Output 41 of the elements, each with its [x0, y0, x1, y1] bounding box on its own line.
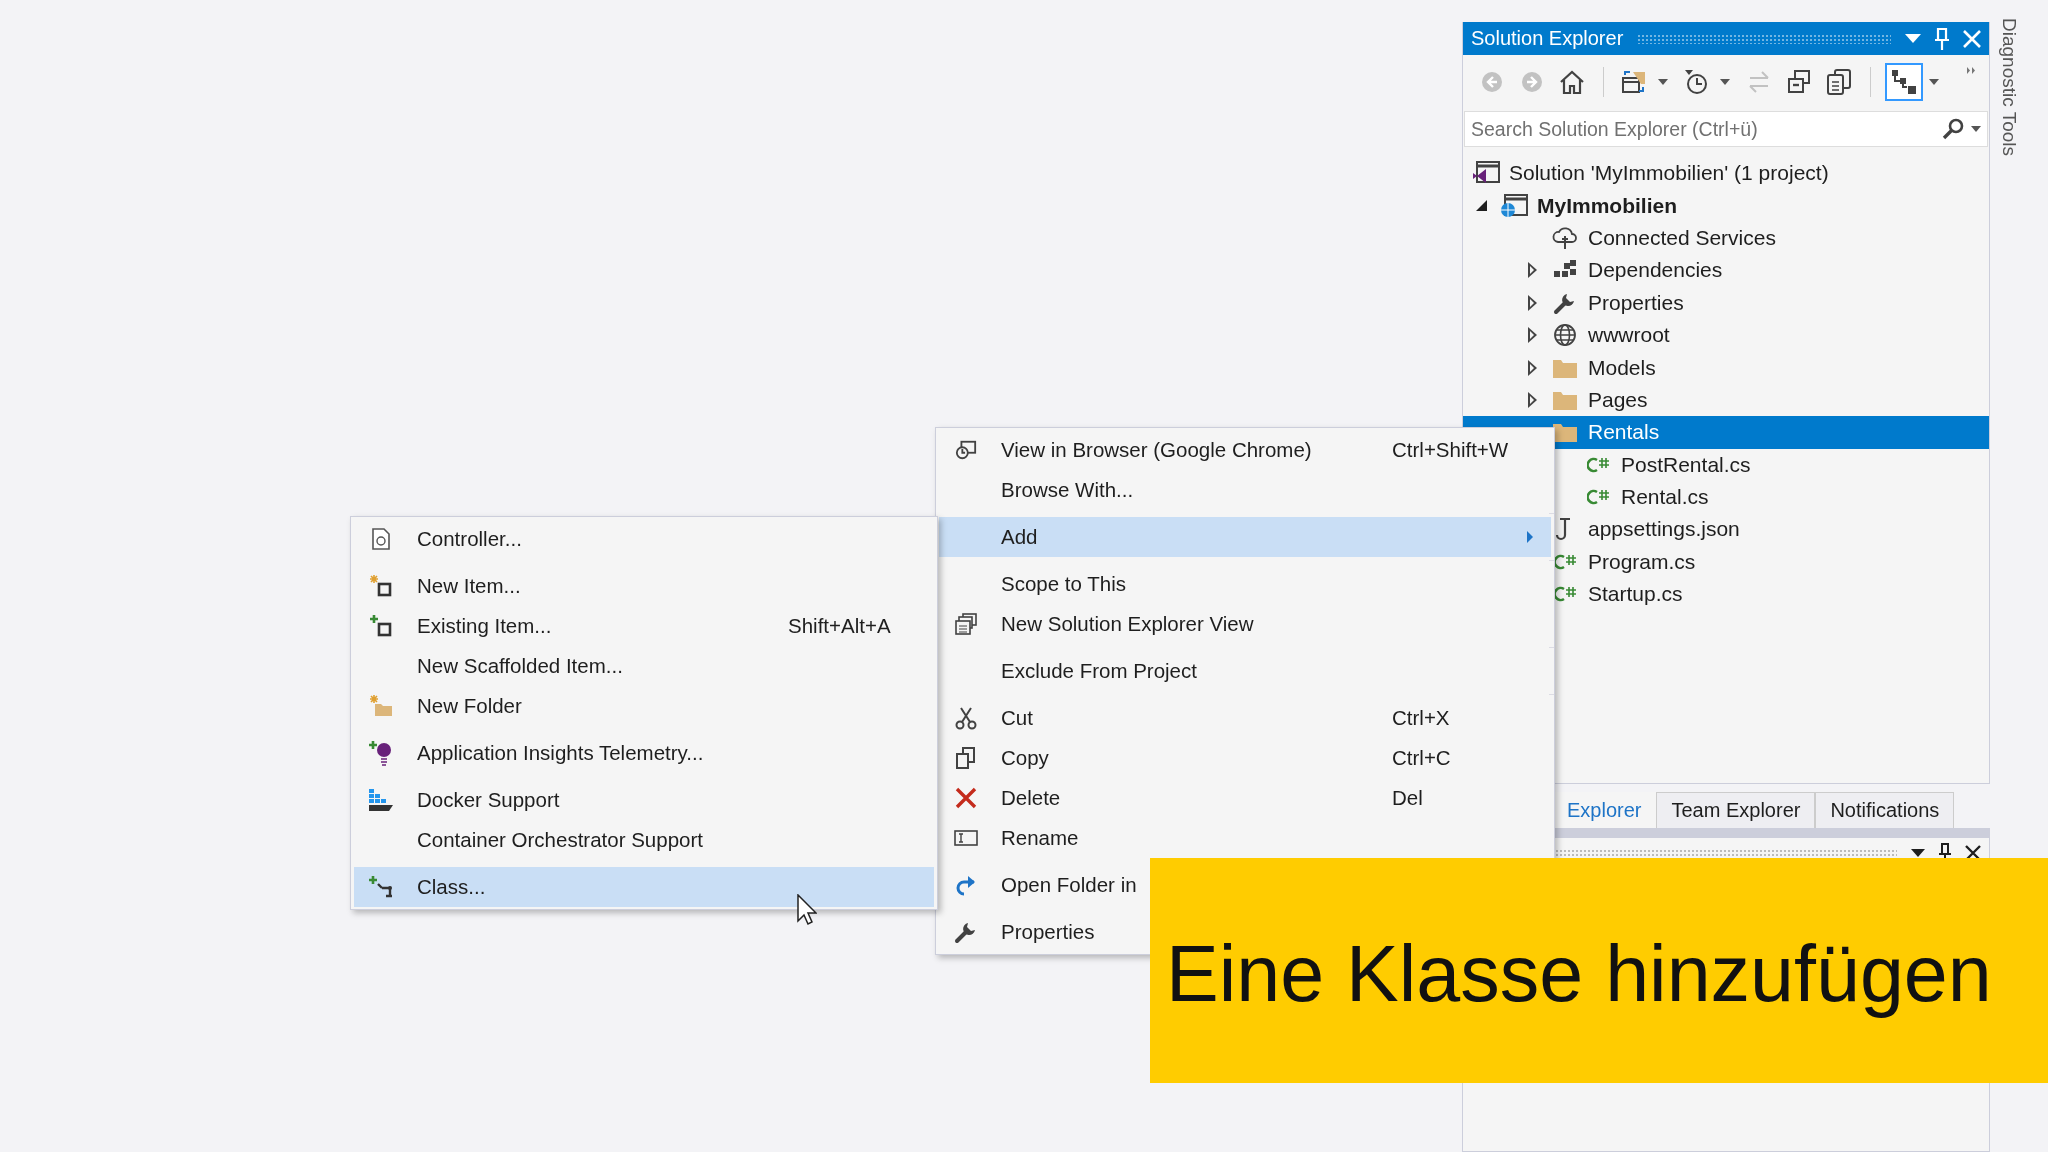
menu-item-label: New Solution Explorer View: [1001, 612, 1255, 636]
tree-item-label: Rental.cs: [1621, 485, 1709, 510]
menu-item-label: Class...: [417, 875, 487, 899]
tree-item-label: Connected Services: [1588, 225, 1776, 250]
menu-item-label: New Folder: [417, 694, 523, 718]
tree-item-label: wwwroot: [1588, 323, 1670, 348]
tree-item-label: Dependencies: [1588, 258, 1723, 283]
menu-item-label: Open Folder in: [1001, 873, 1138, 897]
panel-title: Solution Explorer: [1471, 27, 1624, 50]
menu-item-label: New Item...: [417, 574, 522, 598]
menu-item-label: View in Browser (Google Chrome): [1001, 438, 1313, 462]
shortcut-text: Shift+Alt+A: [788, 614, 892, 638]
menu-item-label: Browse With...: [1001, 478, 1135, 502]
menu-item-label: Container Orchestrator Support: [417, 828, 704, 852]
menu-item-label: Scope to This: [1001, 572, 1127, 596]
tree-item-label: MyImmobilien: [1537, 193, 1678, 218]
shortcut-text: Ctrl+C: [1392, 746, 1452, 770]
tree-item-label: Rentals: [1588, 420, 1660, 445]
shortcut-text: Del: [1392, 786, 1424, 810]
tree-item-label: Program.cs: [1588, 549, 1696, 574]
menu-item-label: Properties: [1001, 920, 1096, 944]
menu-item-label: Exclude From Project: [1001, 659, 1198, 683]
caption-text: Eine Klasse hinzufügen: [1166, 927, 1992, 1020]
menu-item-label: Rename: [1001, 826, 1080, 850]
shortcut-text: Ctrl+X: [1392, 706, 1451, 730]
menu-item-label: Controller...: [417, 527, 523, 551]
tree-item-label: Properties: [1588, 290, 1684, 315]
tree-item-label: Startup.cs: [1588, 582, 1683, 607]
menu-item-label: Docker Support: [417, 788, 561, 812]
tree-item-label: Models: [1588, 355, 1656, 380]
menu-item-label: Copy: [1001, 746, 1050, 770]
menu-item-label: Cut: [1001, 706, 1034, 730]
menu-item-label: Application Insights Telemetry...: [417, 741, 705, 765]
menu-item-label: Existing Item...: [417, 614, 553, 638]
menu-item-label: New Scaffolded Item...: [417, 654, 624, 678]
tree-item-label: PostRental.cs: [1621, 452, 1751, 477]
tree-item-label: Pages: [1588, 387, 1648, 412]
menu-item-label: Add: [1001, 525, 1039, 549]
tree-item-label: appsettings.json: [1588, 517, 1740, 542]
menu-item-label: Delete: [1001, 786, 1062, 810]
tree-item-label: Solution 'MyImmobilien' (1 project): [1509, 161, 1829, 186]
